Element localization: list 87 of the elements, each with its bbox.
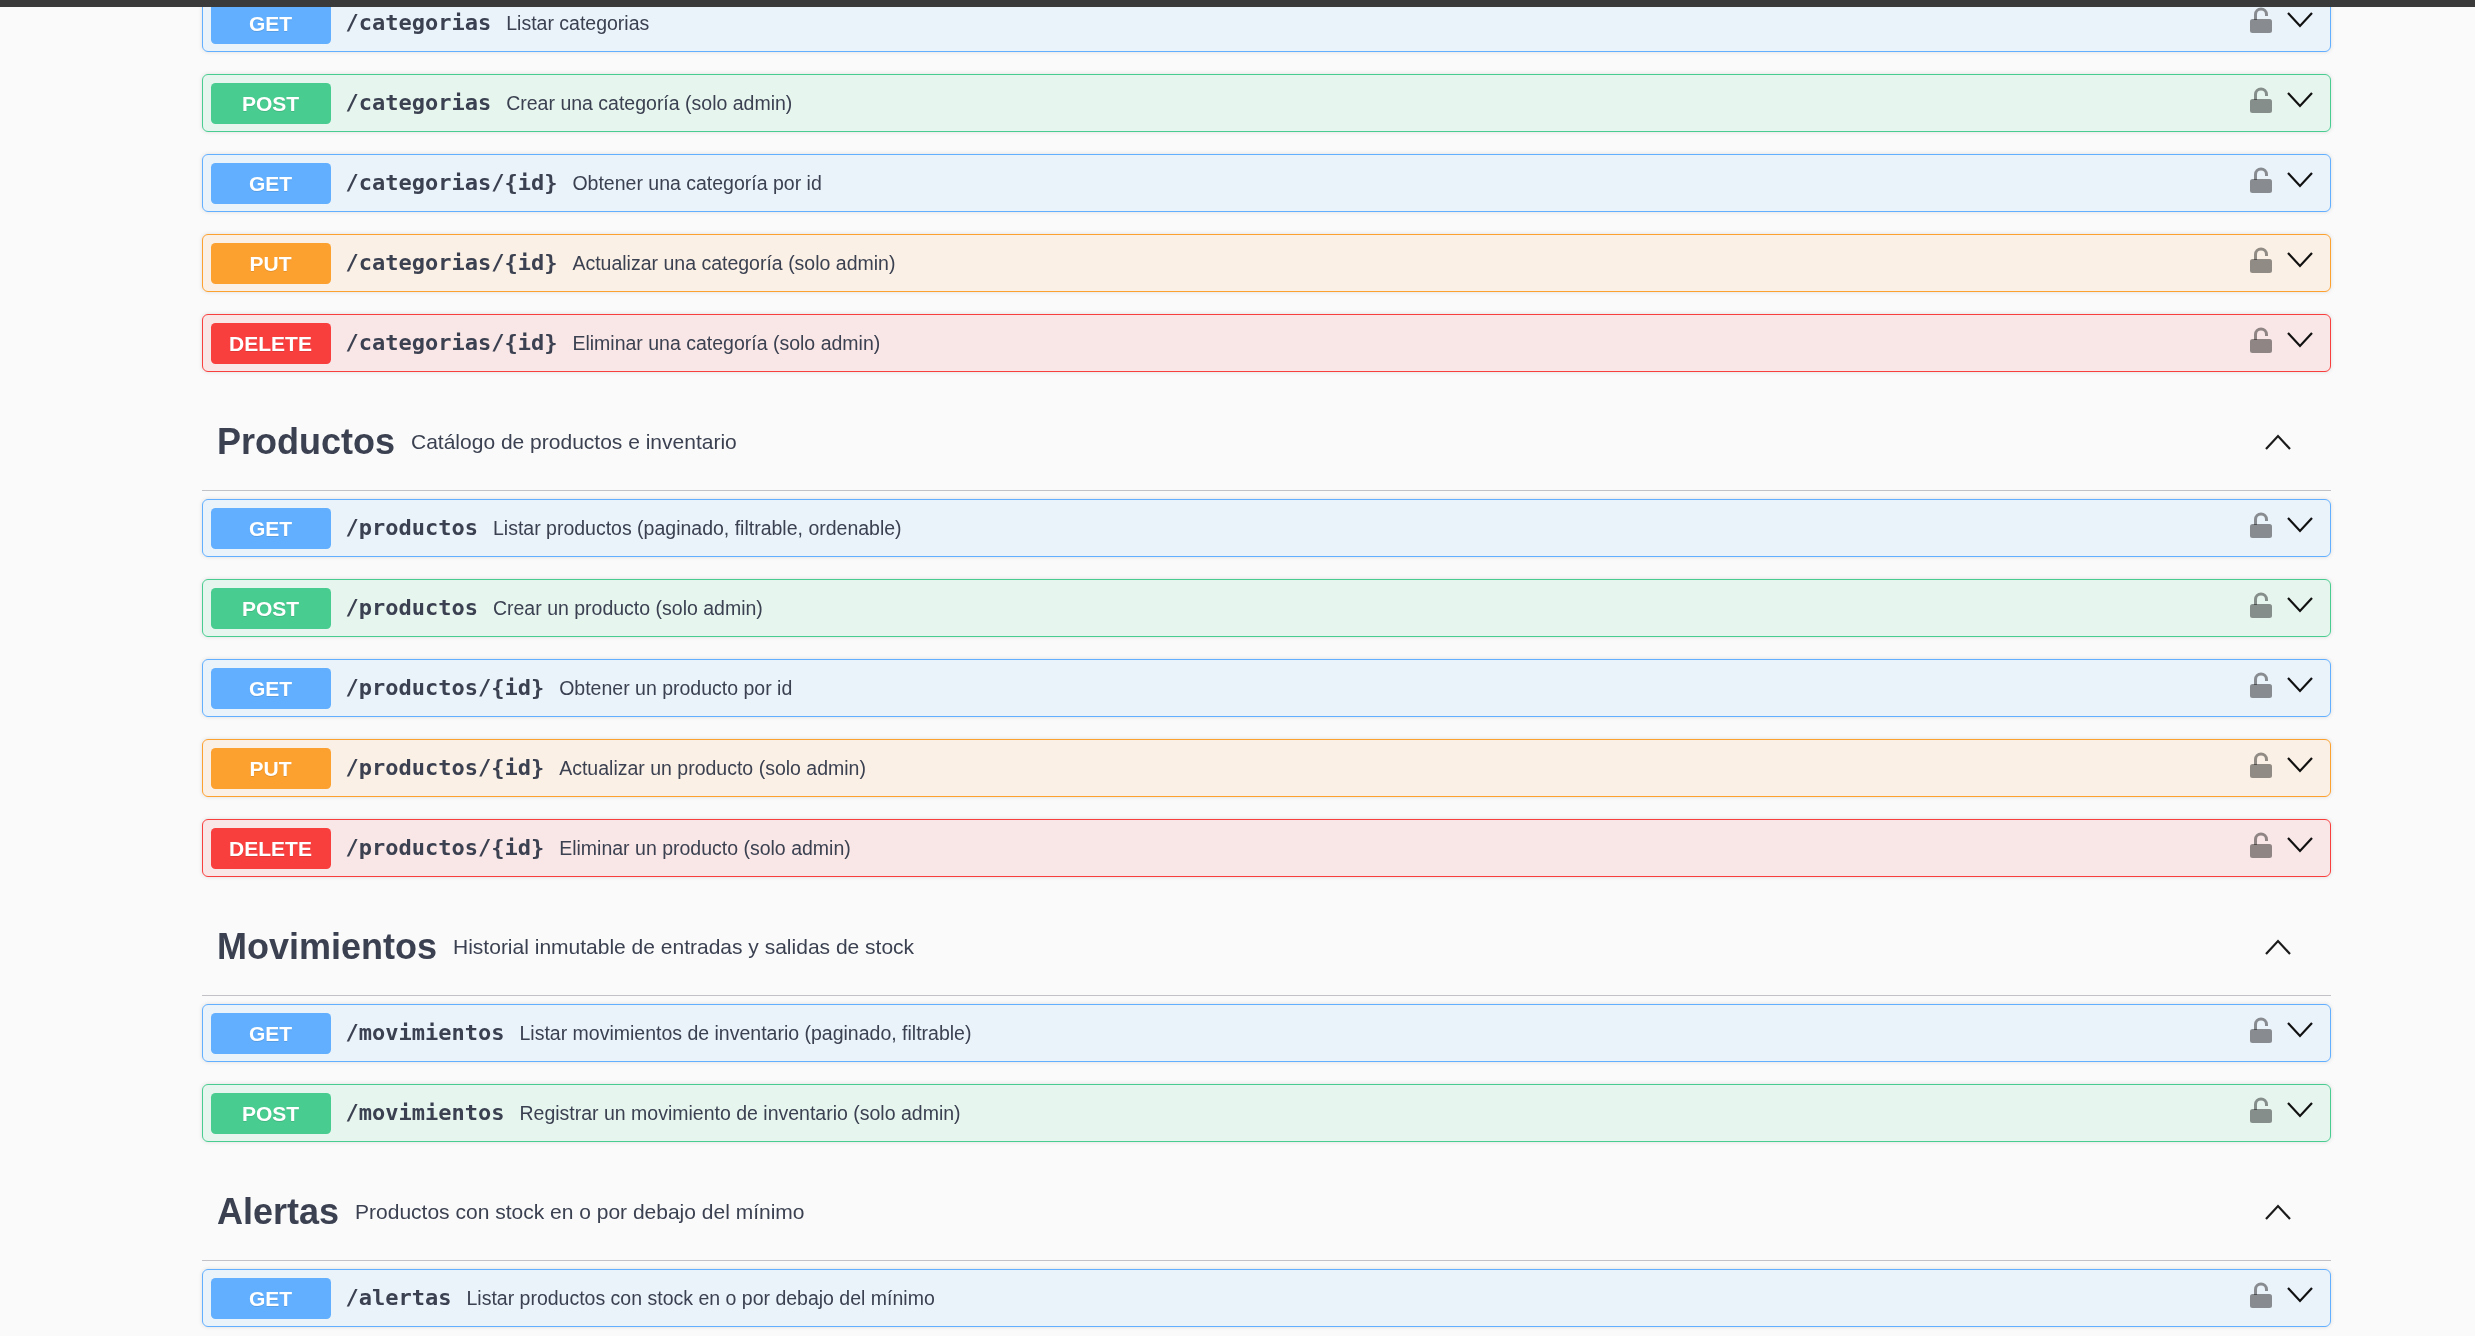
endpoint-row[interactable]: GET /productos/{id} Obtener un producto por id: [202, 659, 2331, 717]
chevron-down-icon[interactable]: [2287, 757, 2313, 773]
chevron-up-icon[interactable]: [2265, 1204, 2291, 1220]
endpoint-path: /productos/{id}: [344, 835, 546, 861]
chevron-down-icon[interactable]: [2287, 1287, 2313, 1303]
method-badge: PUT: [210, 747, 331, 789]
method-badge: DELETE: [210, 322, 331, 364]
section-description: Catálogo de productos e inventario: [410, 430, 738, 454]
section-description: Productos con stock en o por debajo del mínimo: [354, 1200, 806, 1224]
endpoint-description: Listar productos (paginado, filtrable, ordenable): [492, 516, 903, 540]
endpoint-row[interactable]: POST /productos Crear un producto (solo admin): [202, 579, 2331, 637]
padlock-open-icon[interactable]: [2250, 247, 2272, 273]
chevron-up-icon[interactable]: [2265, 434, 2291, 450]
chevron-down-icon[interactable]: [2287, 677, 2313, 693]
padlock-open-icon[interactable]: [2250, 752, 2272, 778]
chevron-down-icon[interactable]: [2287, 12, 2313, 28]
endpoint-path: /categorias/{id}: [344, 250, 559, 276]
endpoint-description: Crear un producto (solo admin): [492, 596, 764, 620]
endpoint-description: Listar productos con stock en o por debajo del mínimo: [466, 1286, 936, 1310]
endpoint-row[interactable]: DELETE /productos/{id} Eliminar un producto (solo admin): [202, 819, 2331, 877]
endpoint-row[interactable]: GET /movimientos Listar movimientos de inventario (paginado, filtrable): [202, 1004, 2331, 1062]
endpoint-path: /movimientos: [344, 1100, 506, 1126]
endpoint-description: Listar movimientos de inventario (paginado, filtrable): [519, 1021, 973, 1045]
chevron-down-icon[interactable]: [2287, 1022, 2313, 1038]
chevron-down-icon[interactable]: [2287, 172, 2313, 188]
endpoint-path: /productos: [344, 515, 479, 541]
endpoint-row[interactable]: POST /categorias Crear una categoría (solo admin): [202, 74, 2331, 132]
endpoint-description: Obtener un producto por id: [559, 676, 794, 700]
padlock-open-icon[interactable]: [2250, 87, 2272, 113]
method-badge: GET: [210, 162, 331, 204]
endpoint-row[interactable]: PUT /categorias/{id} Actualizar una categoría (solo admin): [202, 234, 2331, 292]
chevron-down-icon[interactable]: [2287, 252, 2313, 268]
endpoint-row[interactable]: GET /categorias/{id} Obtener una categoría por id: [202, 154, 2331, 212]
endpoint-description: Obtener una categoría por id: [572, 171, 823, 195]
endpoint-path: /categorias: [344, 90, 493, 116]
endpoint-description: Eliminar una categoría (solo admin): [572, 331, 882, 355]
padlock-open-icon[interactable]: [2250, 1282, 2272, 1308]
section-description: Historial inmutable de entradas y salidas de stock: [452, 935, 916, 959]
endpoint-description: Crear una categoría (solo admin): [506, 91, 794, 115]
padlock-open-icon[interactable]: [2250, 7, 2272, 33]
chevron-down-icon[interactable]: [2287, 332, 2313, 348]
chevron-down-icon[interactable]: [2287, 837, 2313, 853]
method-badge: GET: [210, 7, 331, 44]
chevron-up-icon[interactable]: [2265, 939, 2291, 955]
padlock-open-icon[interactable]: [2250, 512, 2272, 538]
section-title: Productos: [217, 421, 395, 463]
chevron-down-icon[interactable]: [2287, 1102, 2313, 1118]
method-badge: POST: [210, 1092, 331, 1134]
padlock-open-icon[interactable]: [2250, 1017, 2272, 1043]
method-badge: PUT: [210, 242, 331, 284]
method-badge: GET: [210, 667, 331, 709]
endpoint-path: /productos: [344, 595, 479, 621]
chevron-down-icon[interactable]: [2287, 597, 2313, 613]
padlock-open-icon[interactable]: [2250, 672, 2272, 698]
endpoint-path: /categorias/{id}: [344, 330, 559, 356]
endpoint-row[interactable]: DELETE /categorias/{id} Eliminar una categoría (solo admin): [202, 314, 2331, 372]
endpoint-description: Actualizar un producto (solo admin): [559, 756, 867, 780]
method-badge: GET: [210, 1012, 331, 1054]
endpoint-path: /categorias/{id}: [344, 170, 559, 196]
padlock-open-icon[interactable]: [2250, 167, 2272, 193]
padlock-open-icon[interactable]: [2250, 832, 2272, 858]
method-badge: GET: [210, 507, 331, 549]
padlock-open-icon[interactable]: [2250, 1097, 2272, 1123]
method-badge: POST: [210, 587, 331, 629]
endpoint-description: Listar categorias: [506, 11, 651, 35]
endpoint-description: Eliminar un producto (solo admin): [559, 836, 852, 860]
padlock-open-icon[interactable]: [2250, 327, 2272, 353]
endpoint-path: /productos/{id}: [344, 675, 546, 701]
endpoint-path: /productos/{id}: [344, 755, 546, 781]
section-title: Movimientos: [217, 926, 438, 968]
section-title: Alertas: [217, 1191, 340, 1233]
method-badge: POST: [210, 82, 331, 124]
endpoint-description: Registrar un movimiento de inventario (solo admin): [519, 1101, 962, 1125]
endpoint-row[interactable]: GET /productos Listar productos (paginado, filtrable, ordenable): [202, 499, 2331, 557]
endpoint-path: /movimientos: [344, 1020, 506, 1046]
endpoint-row[interactable]: GET /categorias Listar categorias: [202, 7, 2331, 52]
method-badge: GET: [210, 1277, 331, 1319]
endpoint-row[interactable]: GET /alertas Listar productos con stock en o por debajo del mínimo: [202, 1269, 2331, 1327]
chevron-down-icon[interactable]: [2287, 517, 2313, 533]
method-badge: DELETE: [210, 827, 331, 869]
endpoint-row[interactable]: POST /movimientos Registrar un movimiento de inventario (solo admin): [202, 1084, 2331, 1142]
endpoint-path: /alertas: [344, 1285, 453, 1311]
padlock-open-icon[interactable]: [2250, 592, 2272, 618]
endpoint-description: Actualizar una categoría (solo admin): [572, 251, 897, 275]
chevron-down-icon[interactable]: [2287, 92, 2313, 108]
endpoint-row[interactable]: PUT /productos/{id} Actualizar un producto (solo admin): [202, 739, 2331, 797]
endpoint-path: /categorias: [344, 10, 493, 36]
